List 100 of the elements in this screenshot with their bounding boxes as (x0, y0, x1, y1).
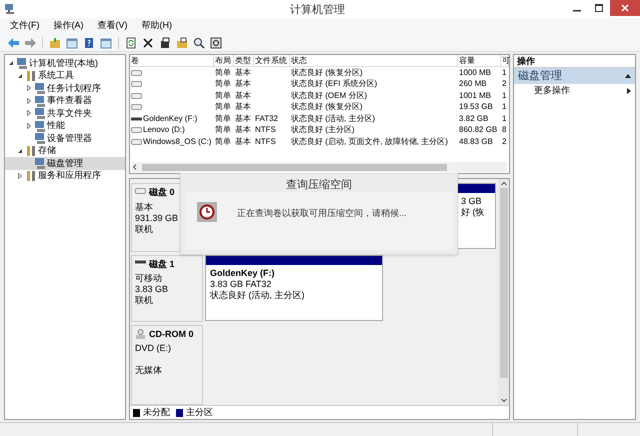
tree-item[interactable]: 事件查看器 (5, 94, 125, 107)
menu-item[interactable]: 查看(V) (96, 19, 130, 33)
pane-icon (100, 36, 112, 48)
table-cell: 8 (502, 124, 506, 136)
scrollbar-thumb[interactable] (142, 164, 447, 170)
search-button[interactable] (192, 36, 206, 50)
partition-info: 好 (恢 (461, 207, 486, 218)
tree-item[interactable]: 存储 (5, 144, 125, 157)
refresh-icon (125, 36, 137, 48)
back-button[interactable] (6, 36, 20, 50)
table-cell: Lenovo (D:) (143, 124, 185, 136)
pane-button[interactable] (99, 36, 113, 50)
refresh-button[interactable] (124, 36, 138, 50)
table-cell: 简单 (215, 66, 231, 79)
tree-node-icon (34, 120, 45, 132)
window-title: 计算机管理 (290, 3, 345, 18)
folder-button[interactable] (175, 36, 189, 50)
table-cell: 260 MB (459, 78, 487, 90)
submenu-arrow-icon (627, 88, 631, 94)
tree-node-icon (25, 144, 36, 157)
disk-info: 可移动 (135, 273, 162, 284)
partition-header-bar (457, 184, 495, 193)
tree-item[interactable]: 系统工具 (5, 70, 125, 82)
menu-item[interactable]: 帮助(H) (140, 19, 174, 33)
disk-info: 联机 (135, 295, 153, 306)
search-icon (193, 36, 205, 48)
scrollbar-thumb[interactable] (500, 188, 508, 378)
tree-item[interactable]: 设备管理器 (5, 132, 125, 144)
dialog-title: 查询压缩空间 (285, 178, 353, 192)
tree-item[interactable]: 服务和应用程序 (5, 170, 125, 182)
table-cell: 基本 (235, 136, 251, 148)
tree-item[interactable]: 计算机管理(本地) (5, 57, 125, 70)
table-cell: 1 (502, 101, 506, 114)
tree-item[interactable]: 磁盘管理 (5, 157, 125, 170)
table-cell: 简单 (215, 90, 231, 102)
back-icon (7, 36, 19, 48)
table-cell: 状态良好 (恢复分区) (291, 101, 363, 114)
scroll-left-icon (132, 164, 138, 170)
drive-icon (135, 329, 146, 340)
partition-box[interactable]: GoldenKey (F:) 3.83 GB FAT32 状态良好 (活动, 主分区) (205, 254, 383, 321)
settings-icon (210, 36, 222, 48)
properties-icon (159, 36, 171, 48)
folder-icon (176, 36, 188, 48)
disk-name: CD-ROM 0 (149, 328, 194, 340)
tree-item[interactable]: 任务计划程序 (5, 82, 125, 94)
tree-item[interactable]: 性能 (5, 120, 125, 132)
table-cell: 简单 (215, 136, 231, 148)
disk-name: 磁盘 1 (149, 258, 175, 271)
table-cell: 1 (502, 66, 506, 79)
table-cell: 2 (502, 78, 506, 90)
table-cell: 状态良好 (启动, 页面文件, 故障转储, 主分区) (291, 136, 448, 148)
table-cell: 860.82 GB (459, 124, 498, 136)
table-cell: 简单 (215, 78, 231, 90)
partition-box[interactable]: 3 GB 好 (恢 (456, 183, 496, 249)
column-header[interactable]: 状态 (290, 55, 458, 66)
delete-icon (142, 36, 154, 48)
delete-button[interactable] (141, 36, 155, 50)
table-cell: 基本 (235, 101, 251, 114)
tree-node-icon (34, 107, 45, 120)
table-cell: 1000 MB (459, 66, 492, 79)
partition-info: 状态良好 (活动, 主分区) (210, 290, 306, 301)
table-cell: 简单 (215, 124, 231, 136)
disk-info: DVD (E:) (135, 343, 171, 353)
partition-info: 3.83 GB FAT32 (210, 278, 272, 290)
tree-node-icon (25, 170, 36, 182)
folder-icon (49, 36, 61, 48)
table-cell: 状态良好 (OEM 分区) (291, 90, 367, 102)
disk-info: 931.39 GB (135, 212, 178, 222)
pane-button[interactable] (65, 36, 79, 50)
table-cell: 状态良好 (EFI 系统分区) (291, 78, 378, 90)
scroll-down-icon (500, 398, 506, 403)
settings-button[interactable] (209, 36, 223, 50)
horizontal-scrollbar[interactable] (132, 162, 507, 172)
vertical-scrollbar[interactable] (498, 179, 509, 405)
menu-item[interactable]: 操作(A) (52, 19, 86, 33)
column-header[interactable]: 可 (501, 55, 509, 66)
table-cell: GoldenKey (F:) (143, 112, 198, 125)
section-header[interactable]: 磁盘管理 (514, 68, 635, 84)
column-header[interactable]: 布局 (214, 55, 234, 66)
column-header[interactable]: 容量 (458, 55, 501, 66)
menu-item[interactable]: 文件(F) (8, 19, 42, 33)
action-item[interactable]: 更多操作 (514, 84, 635, 98)
tree-node-icon (34, 157, 45, 170)
help-button[interactable] (82, 36, 96, 50)
column-header[interactable]: 类型 (234, 55, 254, 66)
disk-info: 联机 (135, 224, 153, 234)
maximize-icon (595, 4, 603, 12)
table-cell: 基本 (235, 90, 251, 102)
close-button[interactable] (610, 0, 640, 16)
table-cell: 1001 MB (459, 90, 492, 102)
table-cell: 1 (502, 90, 506, 102)
column-header[interactable]: 文件系统 (254, 55, 290, 66)
properties-button[interactable] (158, 36, 172, 50)
pane-icon (66, 36, 78, 48)
help-icon (83, 36, 95, 48)
forward-button[interactable] (23, 36, 37, 50)
table-cell: 3.82 GB (459, 112, 488, 125)
tree-item[interactable]: 共享文件夹 (5, 107, 125, 120)
clock-icon (197, 202, 217, 222)
column-header[interactable]: 卷 (130, 55, 214, 66)
